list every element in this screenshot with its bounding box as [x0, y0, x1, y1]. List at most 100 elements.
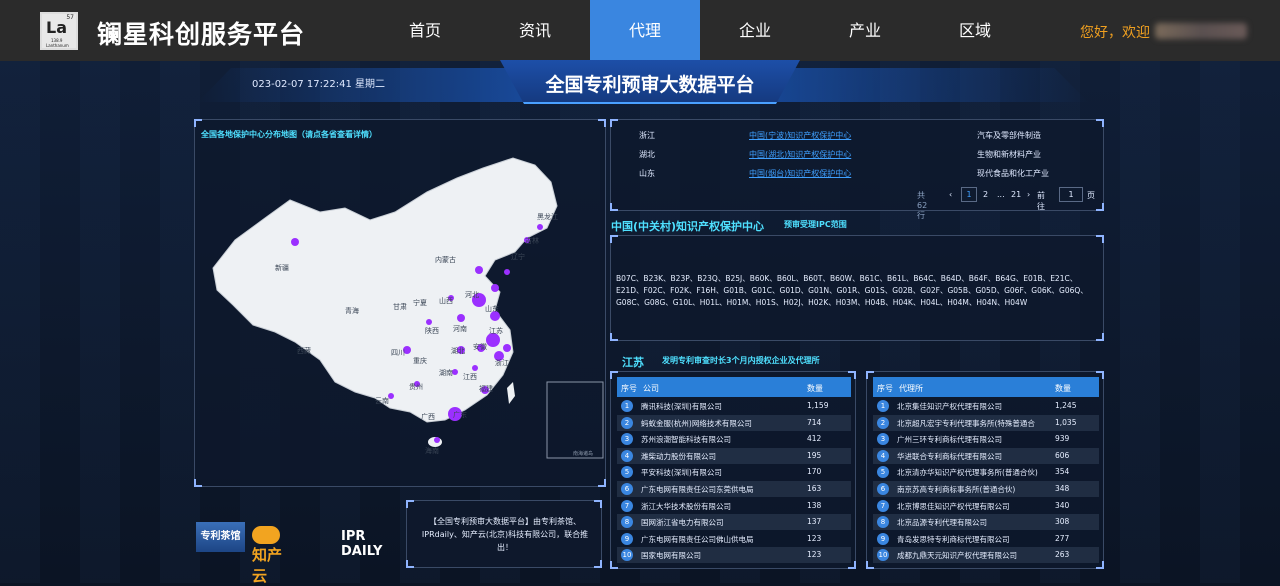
- user-name-redacted[interactable]: [1155, 23, 1247, 39]
- list-item-name: 广东电网有限责任公司东莞供电局: [641, 485, 754, 494]
- pager-next-icon[interactable]: ›: [1027, 190, 1030, 199]
- greeting: 您好，欢迎: [1080, 25, 1150, 41]
- prov-label[interactable]: 陕西: [425, 326, 439, 336]
- list-item[interactable]: 1 北京集佳知识产权代理有限公司 1,245: [873, 398, 1099, 414]
- list-item-count: 138: [807, 500, 822, 510]
- prov-label[interactable]: 安徽: [473, 342, 487, 352]
- rank-badge: 3: [621, 433, 633, 446]
- prov-label[interactable]: 河南: [453, 324, 467, 334]
- prov-label[interactable]: 湖北: [451, 346, 465, 356]
- prov-label[interactable]: 福建: [479, 384, 493, 394]
- ipc-panel: B07C、B23K、B23P、B23Q、B25J、B60K、B60L、B60T、…: [610, 235, 1104, 341]
- list-item[interactable]: 9 广东电网有限责任公司佛山供电局 123: [617, 531, 851, 547]
- map-dot: [503, 344, 511, 352]
- corner: [1096, 333, 1104, 341]
- header-index: 序号: [621, 384, 637, 393]
- prov-label[interactable]: 青海: [345, 306, 359, 316]
- prov-label[interactable]: 黑龙江: [537, 212, 558, 222]
- prov-label[interactable]: 重庆: [413, 356, 427, 366]
- table-row: 湖北 中国(湖北)知识产权保护中心 生物和新材料产业: [611, 149, 1105, 168]
- intro-text: 【全国专利预审大数据平台】由专利茶馆、IPRdaily、知产云(北京)科技有限公…: [421, 517, 589, 552]
- partner-logo-3[interactable]: IPR DAILY: [341, 529, 382, 559]
- list-item-count: 163: [807, 484, 822, 493]
- pager-ellipsis[interactable]: ...: [997, 190, 1005, 199]
- list-item-name: 华进联合专利商标代理有限公司: [897, 451, 1002, 461]
- list-item[interactable]: 4 潍柴动力股份有限公司 195: [617, 447, 851, 464]
- center-link[interactable]: 中国(湖北)知识产权保护中心: [749, 149, 851, 160]
- list-item[interactable]: 7 浙江大华技术股份有限公司 138: [617, 498, 851, 514]
- list-item-name: 北京博思佳知识产权代理有限公司: [897, 501, 1010, 511]
- list-item[interactable]: 1 腾讯科技(深圳)有限公司 1,159: [617, 398, 851, 414]
- list-item[interactable]: 4 华进联合专利商标代理有限公司 606: [873, 447, 1099, 464]
- prov-label[interactable]: 宁夏: [413, 298, 427, 308]
- map-dot: [426, 319, 432, 325]
- rank-badge: 8: [621, 516, 633, 529]
- pager-page-2[interactable]: 2: [983, 190, 988, 199]
- corner: [594, 500, 602, 508]
- list-item[interactable]: 3 广州三环专利商标代理有限公司 939: [873, 431, 1099, 447]
- header-company: 公司: [643, 384, 659, 393]
- center-link[interactable]: 中国(烟台)知识产权保护中心: [749, 168, 851, 179]
- list-item[interactable]: 2 北京超凡宏宇专利代理事务所(特殊普通合 1,035: [873, 414, 1099, 431]
- prov-label[interactable]: 吉林: [525, 236, 539, 246]
- nav-region[interactable]: 区域: [920, 0, 1030, 61]
- map-dot: [434, 437, 440, 443]
- partner-logo-2[interactable]: 知产云: [252, 525, 282, 586]
- partner-logo-1[interactable]: 专利茶馆: [196, 522, 245, 552]
- prov-label[interactable]: 云南: [375, 396, 389, 406]
- rank-badge: 10: [877, 549, 889, 562]
- list-item[interactable]: 3 苏州浪潮智能科技有限公司 412: [617, 431, 851, 447]
- logo-symbol: La: [46, 18, 67, 37]
- prov-label[interactable]: 浙江: [495, 358, 509, 368]
- center-table-panel: 浙江 中国(宁波)知识产权保护中心 汽车及零部件制造 湖北 中国(湖北)知识产权…: [610, 119, 1105, 220]
- prov-label[interactable]: 山西: [439, 296, 453, 306]
- list-item-name: 苏州浪潮智能科技有限公司: [641, 435, 731, 445]
- list-item[interactable]: 8 国网浙江省电力有限公司 137: [617, 514, 851, 531]
- nav-industry[interactable]: 产业: [810, 0, 920, 61]
- logo[interactable]: 57 La 138.9 Lanthanum: [40, 12, 78, 50]
- prov-label[interactable]: 湖南: [439, 368, 453, 378]
- center-link[interactable]: 中国(宁波)知识产权保护中心: [749, 130, 851, 141]
- pager-page-21[interactable]: 21: [1011, 190, 1021, 199]
- list-item-name: 北京超凡宏宇专利代理事务所(特殊普通合: [897, 418, 1035, 428]
- prov-label[interactable]: 广东: [453, 410, 467, 420]
- nav-enterprise[interactable]: 企业: [700, 0, 810, 61]
- ipc-codes: B07C、B23K、B23P、B23Q、B25J、B60K、B60L、B60T、…: [616, 274, 1088, 307]
- prov-label[interactable]: 辽宁: [511, 252, 525, 262]
- prov-label[interactable]: 江苏: [489, 326, 503, 336]
- prov-label[interactable]: 海南: [425, 446, 439, 456]
- prov-label[interactable]: 西藏: [297, 346, 311, 356]
- list-item[interactable]: 5 平安科技(深圳)有限公司 170: [617, 464, 851, 480]
- map-panel: 全国各地保护中心分布地图（请点各省查看详情） 新疆 西藏 青海 甘肃 四川 云南: [194, 119, 606, 487]
- list-item[interactable]: 5 北京清亦华知识产权代理事务所(普通合伙) 354: [873, 464, 1099, 480]
- corner: [594, 560, 602, 568]
- pager-page-1[interactable]: 1: [961, 187, 977, 202]
- prov-label[interactable]: 贵州: [409, 382, 423, 392]
- list-item[interactable]: 10 成都九鼎天元知识产权代理有限公司 263: [873, 547, 1099, 564]
- list-item[interactable]: 10 国家电网有限公司 123: [617, 547, 851, 564]
- prov-label[interactable]: 山东: [485, 304, 499, 314]
- region-cell: 湖北: [639, 150, 655, 159]
- nav-news[interactable]: 资讯: [480, 0, 590, 61]
- pager-prev-icon[interactable]: ‹: [949, 190, 952, 199]
- list-item[interactable]: 6 广东电网有限责任公司东莞供电局 163: [617, 481, 851, 497]
- list-item[interactable]: 2 蚂蚁金服(杭州)网络技术有限公司 714: [617, 414, 851, 431]
- list-item-name: 成都九鼎天元知识产权代理有限公司: [897, 551, 1017, 561]
- prov-label[interactable]: 内蒙古: [435, 255, 456, 265]
- prov-label[interactable]: 江西: [463, 372, 477, 382]
- prov-label[interactable]: 河北: [465, 290, 479, 300]
- rank-badge: 9: [877, 532, 889, 545]
- list-item[interactable]: 9 青岛发思特专利商标代理有限公司 277: [873, 531, 1099, 547]
- prov-label[interactable]: 四川: [391, 348, 405, 358]
- list-item[interactable]: 7 北京博思佳知识产权代理有限公司 340: [873, 498, 1099, 514]
- logo-name: Lanthanum: [46, 43, 69, 48]
- list-item[interactable]: 8 北京品源专利代理有限公司 308: [873, 514, 1099, 531]
- pager-page-input[interactable]: 1: [1059, 187, 1083, 202]
- list-item[interactable]: 6 南京苏高专利商标事务所(普通合伙) 348: [873, 481, 1099, 497]
- nav-agency[interactable]: 代理: [590, 0, 700, 61]
- prov-label[interactable]: 甘肃: [393, 302, 407, 312]
- prov-label[interactable]: 广西: [421, 412, 435, 422]
- nav-home[interactable]: 首页: [370, 0, 480, 61]
- ranking-province[interactable]: 江苏: [622, 354, 644, 370]
- prov-label[interactable]: 新疆: [275, 263, 289, 273]
